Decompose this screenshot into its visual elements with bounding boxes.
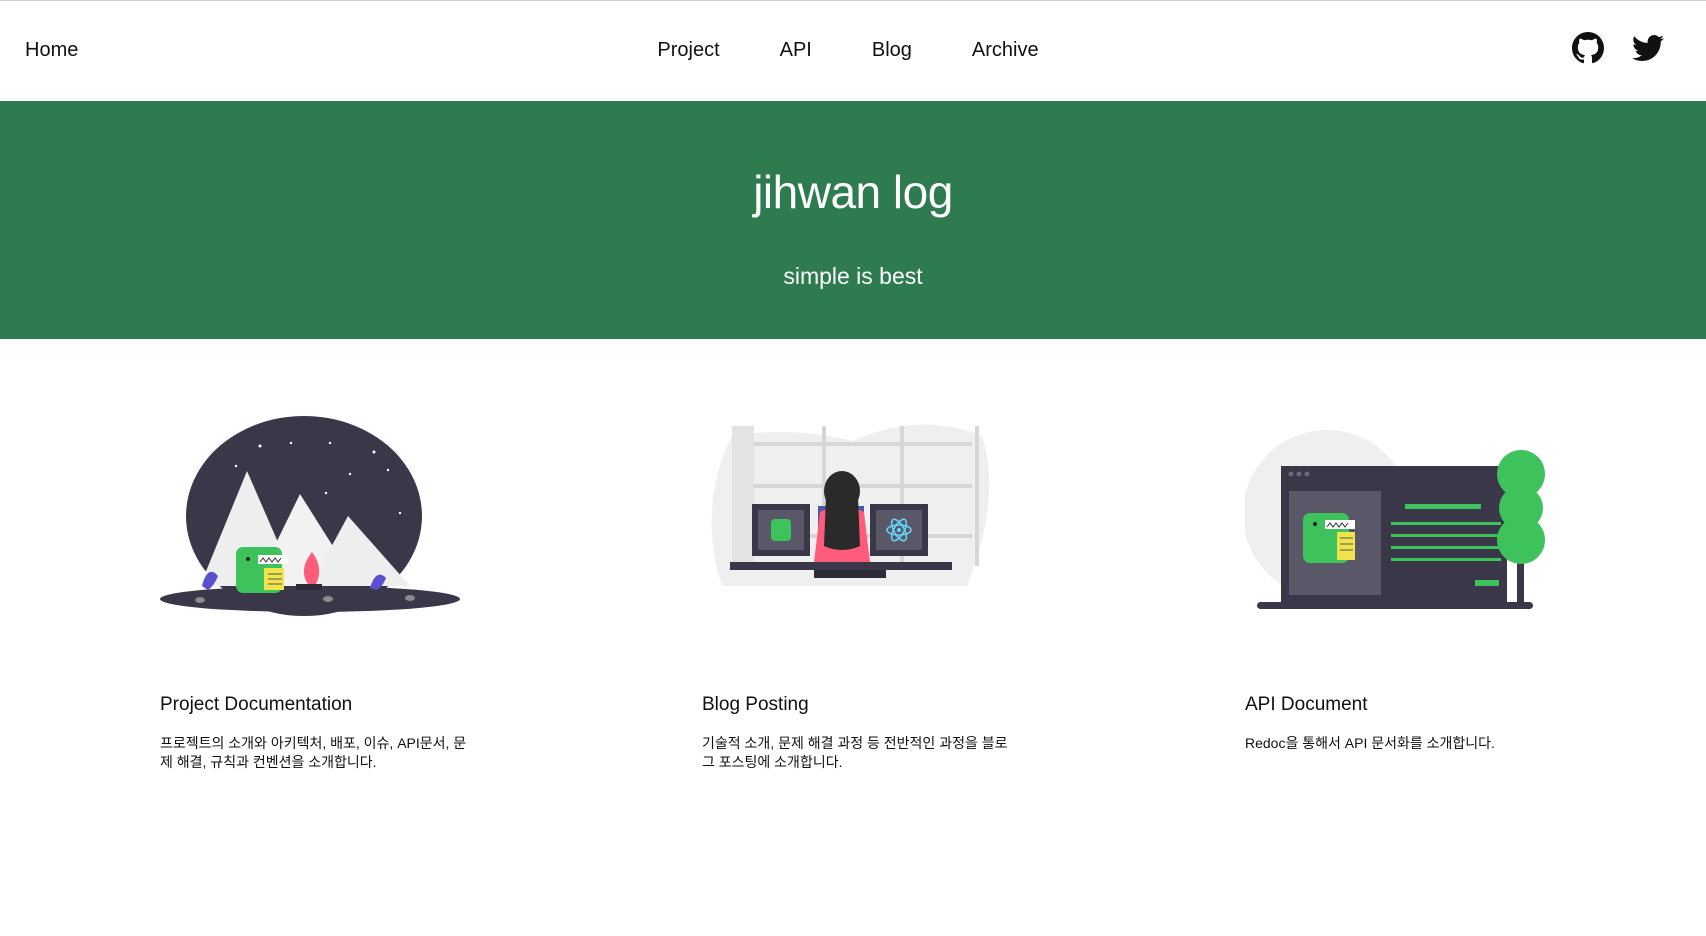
social-links [1572,32,1664,64]
nav-home-link[interactable]: Home [25,39,78,62]
card-api-document[interactable]: API Document Redoc을 통해서 API 문서화를 소개합니다. [1245,416,1575,751]
developer-desk-illustration [711,424,990,586]
hero-banner: jihwan log simple is best [0,101,1706,339]
nav-link-project[interactable]: Project [657,39,719,62]
navbar: Home Project API Blog Archive [0,1,1706,101]
card-description: Redoc을 통해서 API 문서화를 소개합니다. [1245,735,1495,751]
site-title: jihwan log [753,166,953,218]
camping-mountains-illustration [160,416,460,616]
page: Home Project API Blog Archive jihwan log… [0,0,1706,936]
card-description: 기술적 소개, 문제 해결 과정 등 전반적인 과정을 블로그 포스팅에 소개합… [702,735,1008,770]
card-title: Blog Posting [702,694,809,715]
nav-links: Project API Blog Archive [0,39,1706,62]
card-project-documentation[interactable]: Project Documentation 프로젝트의 소개와 아키텍처, 배포… [160,416,490,770]
card-title: API Document [1245,694,1368,715]
nav-link-api[interactable]: API [780,39,812,62]
browser-document-illustration [1245,430,1545,609]
card-title: Project Documentation [160,694,353,715]
github-icon[interactable] [1572,32,1604,64]
twitter-icon[interactable] [1632,32,1664,64]
site-subtitle: simple is best [783,263,923,289]
nav-link-archive[interactable]: Archive [972,39,1039,62]
card-description: 프로젝트의 소개와 아키텍처, 배포, 이슈, API문서, 문제 해결, 규칙… [160,735,467,770]
nav-link-blog[interactable]: Blog [872,39,912,62]
card-blog-posting[interactable]: Blog Posting 기술적 소개, 문제 해결 과정 등 전반적인 과정을… [702,416,1032,770]
